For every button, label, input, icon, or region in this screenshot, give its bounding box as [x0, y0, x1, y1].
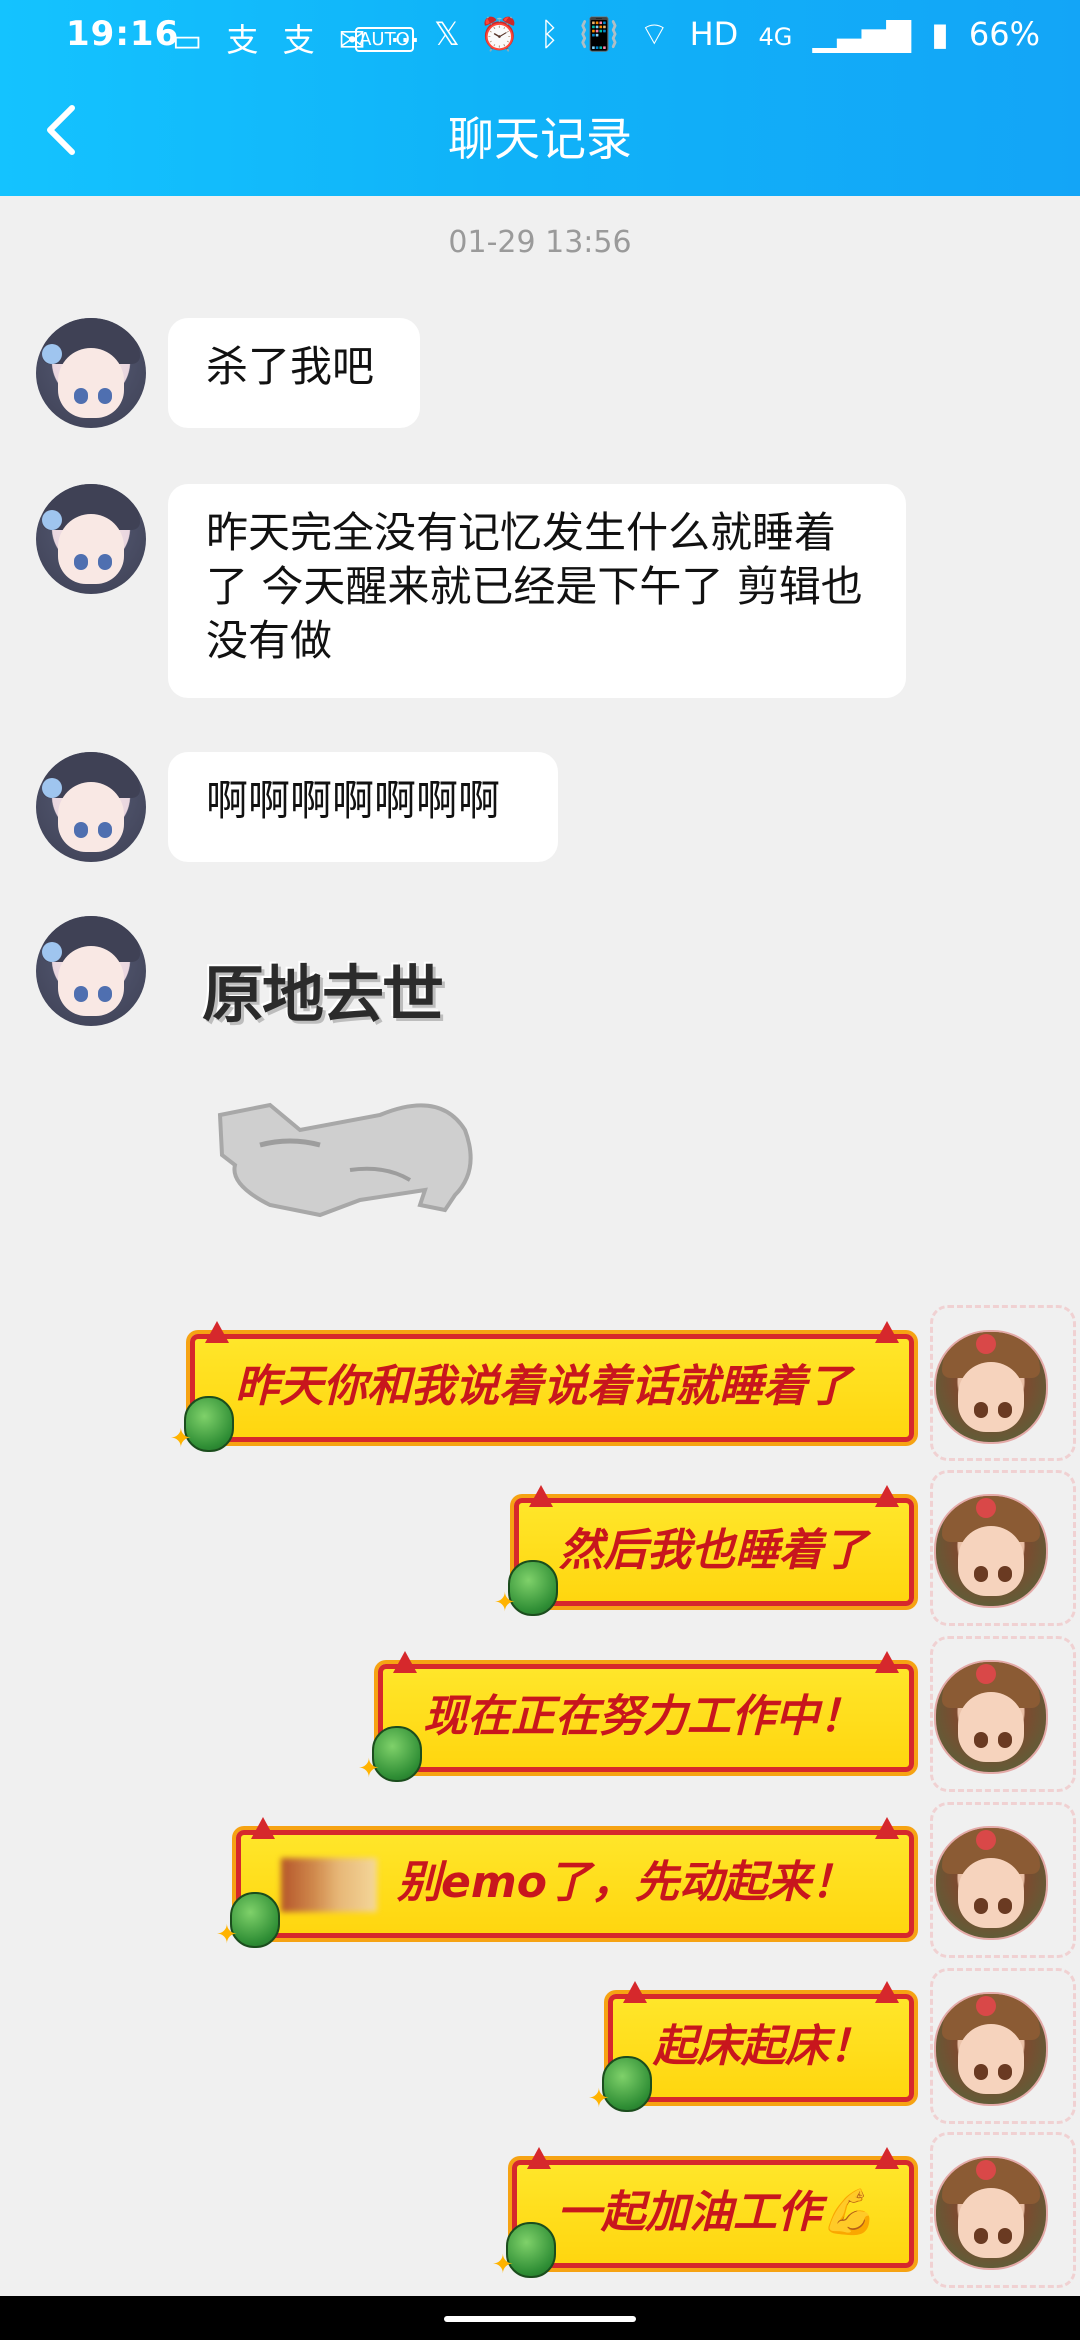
auto-hz-icon: AUTO: [355, 27, 414, 52]
sticker-text: 原地去世: [202, 958, 444, 1031]
avatar[interactable]: [934, 2156, 1048, 2270]
flower-icon: [42, 510, 62, 530]
message-text: 昨天你和我说着说着话就睡着了: [235, 1361, 851, 1412]
alipay-icon: 支: [226, 21, 259, 59]
message-bubble[interactable]: 现在正在努力工作中！: [378, 1651, 914, 1772]
message-bubble[interactable]: 一起加油工作💪: [512, 2147, 914, 2268]
crown-icon: [976, 1334, 996, 1354]
crown-icon: [976, 1996, 996, 2016]
flower-icon: [42, 778, 62, 798]
status-time: 19:16: [66, 14, 180, 54]
message-text: 一起加油工作💪: [557, 2187, 876, 2238]
alipay-icon: 支: [282, 21, 315, 59]
grenade-icon: ✦: [588, 2056, 652, 2114]
crown-icon: [976, 2160, 996, 2180]
avatar[interactable]: [36, 916, 146, 1026]
message-text: 昨天完全没有记忆发生什么就睡着了 今天醒来就已经是下午了 剪辑也没有做: [206, 508, 863, 665]
message-bubble[interactable]: 昨天完全没有记忆发生什么就睡着了 今天醒来就已经是下午了 剪辑也没有做: [168, 484, 906, 698]
crown-icon: [976, 1498, 996, 1518]
avatar[interactable]: [36, 318, 146, 428]
crown-icon: [976, 1830, 996, 1850]
battery-percent: 66%: [968, 15, 1040, 53]
battery-icon: ▮: [931, 15, 949, 53]
status-bar: 19:16 ▭ 支 支 ✉ ··· AUTO 𝕏 ⏰ ᛒ 📳 ⌔ HD 4G ▁…: [0, 0, 1080, 72]
x-icon: 𝕏: [433, 15, 460, 53]
signal-icon: ▁▃▅▇: [812, 15, 911, 53]
status-right-icons: AUTO 𝕏 ⏰ ᛒ 📳 ⌔ HD 4G ▁▃▅▇ ▮ 66%: [345, 14, 1040, 54]
grenade-icon: ✦: [492, 2222, 556, 2280]
message-text: 起床起床！: [653, 2021, 873, 2072]
message-bubble[interactable]: 起床起床！: [608, 1981, 914, 2102]
hd-label: HD: [689, 15, 739, 53]
grenade-icon: ✦: [494, 1560, 558, 1618]
message-bubble[interactable]: 昨天你和我说着说着话就睡着了: [190, 1321, 914, 1442]
app-header: 19:16 ▭ 支 支 ✉ ··· AUTO 𝕏 ⏰ ᛒ 📳 ⌔ HD 4G ▁…: [0, 0, 1080, 196]
crown-icon: [976, 1664, 996, 1684]
message-bubble[interactable]: 然后我也睡着了: [514, 1485, 914, 1606]
avatar[interactable]: [36, 484, 146, 594]
grenade-icon: ✦: [216, 1892, 280, 1950]
vibrate-icon: 📳: [579, 15, 620, 53]
avatar[interactable]: [934, 1660, 1048, 1774]
avatar[interactable]: [934, 1992, 1048, 2106]
grenade-icon: ✦: [358, 1726, 422, 1784]
message-text: 别emo了，先动起来！: [397, 1857, 855, 1908]
avatar[interactable]: [934, 1494, 1048, 1608]
bluetooth-icon: ᛒ: [539, 15, 560, 53]
blurred-mention: [281, 1858, 377, 1912]
alarm-icon: ⏰: [479, 15, 520, 53]
message-text: 杀了我吧: [206, 342, 375, 391]
message-text: 现在正在努力工作中！: [423, 1691, 863, 1742]
network-label: 4G: [758, 23, 793, 51]
wifi-icon: ⌔: [639, 15, 670, 53]
grenade-icon: ✦: [170, 1396, 234, 1454]
message-bubble[interactable]: 啊啊啊啊啊啊啊: [168, 752, 558, 862]
message-text: 然后我也睡着了: [559, 1525, 867, 1576]
page-title: 聊天记录: [448, 112, 632, 166]
avatar[interactable]: [36, 752, 146, 862]
flower-icon: [42, 942, 62, 962]
sleeping-cat-icon: [217, 1102, 473, 1218]
message-text: 啊啊啊啊啊啊啊: [206, 776, 501, 825]
video-icon: ▭: [172, 21, 203, 59]
message-timestamp: 01-29 13:56: [448, 225, 632, 260]
avatar[interactable]: [934, 1330, 1048, 1444]
flower-icon: [42, 344, 62, 364]
message-bubble[interactable]: 杀了我吧: [168, 318, 420, 428]
avatar[interactable]: [934, 1826, 1048, 1940]
message-bubble[interactable]: 别emo了，先动起来！: [236, 1817, 914, 1938]
home-indicator[interactable]: [444, 2316, 636, 2322]
